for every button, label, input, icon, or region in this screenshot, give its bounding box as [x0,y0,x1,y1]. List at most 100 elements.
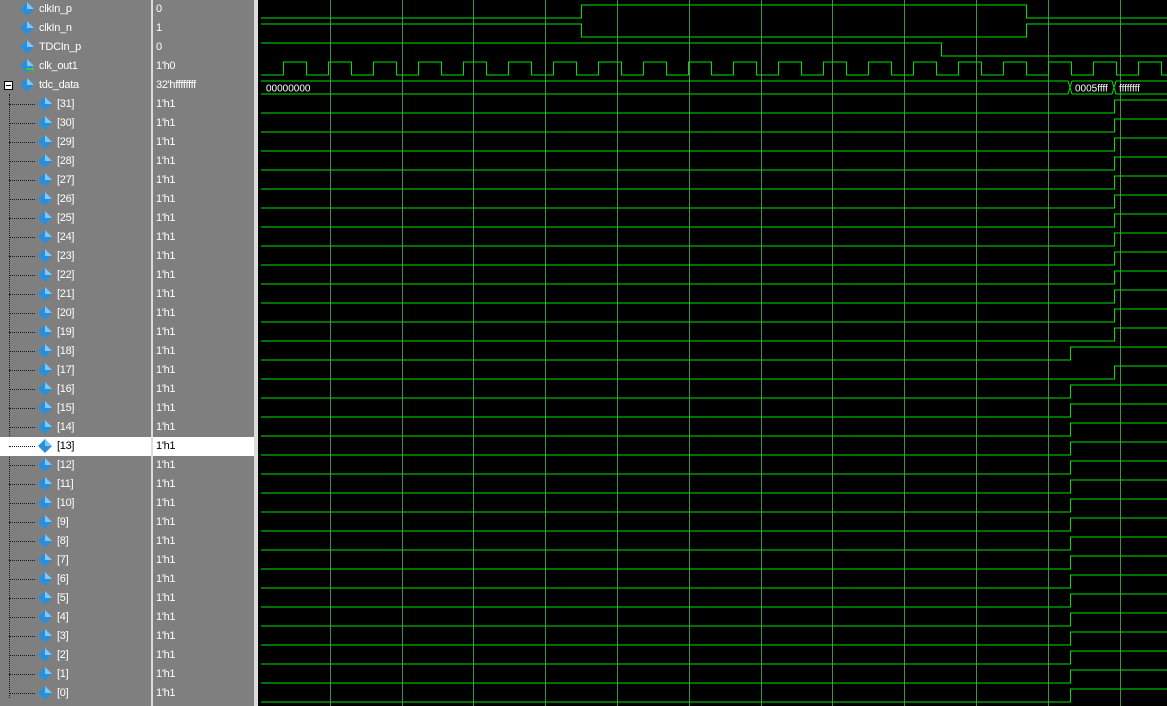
signal-value-cell[interactable]: 1'h1 [153,551,254,570]
signal-value-cell[interactable]: 1'h1 [153,114,254,133]
signal-row-bit[interactable]: [11] [0,475,151,494]
signal-row-bit[interactable]: [12] [0,456,151,475]
signal-value-cell[interactable]: 1'h1 [153,152,254,171]
signal-row-bit[interactable]: [21] [0,285,151,304]
signal-row-bit[interactable]: [0] [0,684,151,703]
signal-value-cell[interactable]: 1'h1 [153,95,254,114]
signal-row-bit[interactable]: [19] [0,323,151,342]
signal-row-bit[interactable]: [22] [0,266,151,285]
signal-value-cell[interactable]: 1'h1 [153,608,254,627]
signal-value-cell[interactable]: 1'h1 [153,190,254,209]
waveform-trace [261,23,1167,38]
signal-value-cell[interactable]: 1'h1 [153,665,254,684]
signal-value-cell[interactable]: 1'h1 [153,399,254,418]
signal-row[interactable]: TDCIn_p [0,38,151,57]
signal-value: 1'h1 [156,136,176,148]
waveform-trace [261,365,1167,380]
signal-row-bit[interactable]: [23] [0,247,151,266]
signal-value-cell[interactable]: 32'hffffffff [153,76,254,95]
signal-row-bit[interactable]: [8] [0,532,151,551]
waveform-canvas[interactable]: 00000000 0005ffff ffffffff [258,0,1167,706]
waveform-trace [261,289,1167,304]
signal-row-bit[interactable]: [6] [0,570,151,589]
signal-value-cell[interactable]: 1'h1 [153,209,254,228]
signal-value-cell[interactable]: 1'h0 [153,57,254,76]
signal-value-cell[interactable]: 1'h1 [153,361,254,380]
signal-row[interactable]: clkIn_p [0,0,151,19]
signal-value: 1'h1 [156,212,176,224]
signal-row-bit[interactable]: [7] [0,551,151,570]
signal-row-bit[interactable]: [20] [0,304,151,323]
signal-value: 1'h1 [156,516,176,528]
signal-value-cell[interactable]: 0 [153,38,254,57]
tree-connector [9,636,35,637]
signal-row[interactable]: tdc_data [0,76,151,95]
signal-value-cell[interactable]: 1'h1 [153,304,254,323]
signal-row-bit[interactable]: [2] [0,646,151,665]
waveform-trace [261,669,1167,684]
signal-value: 1'h1 [156,193,176,205]
signal-value-cell[interactable]: 1'h1 [153,247,254,266]
signal-value-cell[interactable]: 1'h1 [153,589,254,608]
signal-name: [5] [57,592,69,604]
signal-row-bit[interactable]: [25] [0,209,151,228]
signal-diamond-icon [38,363,52,377]
signal-row[interactable]: clk_out1 [0,57,151,76]
signal-value-cell[interactable]: 1'h1 [153,627,254,646]
signal-row-bit[interactable]: [24] [0,228,151,247]
signal-row-bit[interactable]: [15] [0,399,151,418]
signal-value: 1'h1 [156,478,176,490]
signal-diamond-icon [38,306,52,320]
signal-row-bit[interactable]: [10] [0,494,151,513]
signal-value-cell[interactable]: 1'h1 [153,456,254,475]
signal-name: [23] [57,250,75,262]
signal-value-cell[interactable]: 1'h1 [153,323,254,342]
signal-value: 1'h1 [156,668,176,680]
signal-value-cell[interactable]: 1'h1 [153,418,254,437]
signal-value-cell[interactable]: 1'h1 [153,228,254,247]
signal-row-bit[interactable]: [17] [0,361,151,380]
signal-row-bit[interactable]: [30] [0,114,151,133]
signal-row-bit[interactable]: [31] [0,95,151,114]
signal-value-cell[interactable]: 1'h1 [153,133,254,152]
signal-value-cell[interactable]: 1'h1 [153,684,254,703]
signal-row-bit[interactable]: [3] [0,627,151,646]
waveform-trace [261,422,1167,437]
signal-value-cell[interactable]: 1'h1 [153,646,254,665]
signal-row-bit[interactable]: [16] [0,380,151,399]
signal-value-cell[interactable]: 1'h1 [153,437,254,456]
signal-row-bit[interactable]: [13] [0,437,151,456]
signal-row[interactable]: clkIn_n [0,19,151,38]
signal-row-bit[interactable]: [14] [0,418,151,437]
signal-value-cell[interactable]: 1 [153,19,254,38]
signal-value-cell[interactable]: 1'h1 [153,475,254,494]
signal-value-cell[interactable]: 1'h1 [153,266,254,285]
signal-row-bit[interactable]: [4] [0,608,151,627]
signal-value-cell[interactable]: 0 [153,0,254,19]
signal-row-bit[interactable]: [28] [0,152,151,171]
waveform-trace [261,479,1167,494]
signal-row-bit[interactable]: [5] [0,589,151,608]
signal-diamond-icon [38,287,52,301]
signal-value-cell[interactable]: 1'h1 [153,380,254,399]
signal-value: 0 [156,3,162,15]
signal-value-cell[interactable]: 1'h1 [153,513,254,532]
signal-value-cell[interactable]: 1'h1 [153,570,254,589]
signal-value-cell[interactable]: 1'h1 [153,171,254,190]
signal-row-bit[interactable]: [1] [0,665,151,684]
signal-diamond-icon [38,496,52,510]
signal-row-bit[interactable]: [27] [0,171,151,190]
signal-row-bit[interactable]: [29] [0,133,151,152]
waveform-pane[interactable]: 00000000 0005ffff ffffffff [258,0,1167,706]
signal-value: 1'h1 [156,497,176,509]
signal-row-bit[interactable]: [26] [0,190,151,209]
signal-row-bit[interactable]: [18] [0,342,151,361]
signal-value-cell[interactable]: 1'h1 [153,532,254,551]
signal-value-cell[interactable]: 1'h1 [153,494,254,513]
signal-row-bit[interactable]: [9] [0,513,151,532]
signal-diamond-icon [38,382,52,396]
signal-value-cell[interactable]: 1'h1 [153,342,254,361]
signal-value-cell[interactable]: 1'h1 [153,285,254,304]
signal-name: [3] [57,630,69,642]
collapse-toggle-icon[interactable] [4,81,13,90]
